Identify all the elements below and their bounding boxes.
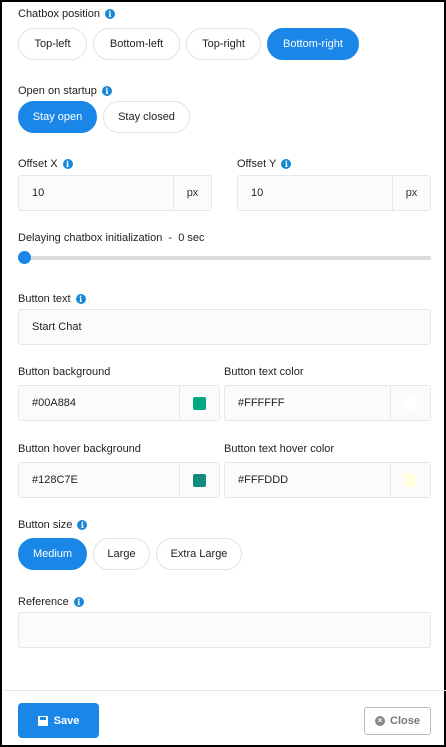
size-large-button[interactable]: Large xyxy=(93,538,150,570)
save-button[interactable]: Save xyxy=(18,703,99,738)
offset-y-field[interactable]: px xyxy=(237,175,431,211)
button-background-swatch-box[interactable] xyxy=(179,386,219,420)
offset-x-field[interactable]: px xyxy=(18,175,212,211)
position-bottom-right-button[interactable]: Bottom-right xyxy=(267,28,359,60)
button-background-swatch xyxy=(193,396,206,410)
delay-label: Delaying chatbox initialization - 0 sec xyxy=(18,232,205,244)
button-size-label: Button size i xyxy=(18,519,88,531)
chatbox-settings-panel: Chatbox position i Top-left Bottom-left … xyxy=(0,0,446,747)
button-text-hover-color-swatch xyxy=(404,473,417,487)
stay-closed-button[interactable]: Stay closed xyxy=(103,101,190,133)
chatbox-position-label: Chatbox position i xyxy=(18,8,115,20)
info-icon[interactable]: i xyxy=(62,159,73,169)
info-icon[interactable]: i xyxy=(77,520,88,530)
button-text-hover-color-field[interactable] xyxy=(224,462,431,498)
info-icon[interactable]: i xyxy=(73,597,84,607)
button-text-color-swatch xyxy=(404,396,417,410)
offset-y-unit: px xyxy=(392,176,430,210)
button-hover-background-field[interactable] xyxy=(18,462,220,498)
info-icon[interactable]: i xyxy=(101,86,112,96)
footer-divider xyxy=(4,690,446,691)
offset-x-label: Offset X i xyxy=(18,158,73,170)
button-hover-background-label: Button hover background xyxy=(18,443,141,455)
close-circle-icon: × xyxy=(375,716,386,726)
size-medium-button[interactable]: Medium xyxy=(18,538,87,570)
delay-slider-track[interactable] xyxy=(19,256,431,260)
button-hover-background-swatch-box[interactable] xyxy=(179,463,219,497)
info-icon[interactable]: i xyxy=(104,9,115,19)
reference-label: Reference i xyxy=(18,596,84,608)
position-top-left-button[interactable]: Top-left xyxy=(18,28,87,60)
size-extra-large-button[interactable]: Extra Large xyxy=(156,538,242,570)
button-text-color-swatch-box[interactable] xyxy=(390,386,430,420)
reference-input[interactable] xyxy=(19,613,430,647)
position-top-right-button[interactable]: Top-right xyxy=(186,28,261,60)
delay-slider-handle[interactable] xyxy=(18,251,31,264)
reference-field[interactable] xyxy=(18,612,431,648)
button-text-hover-color-label: Button text hover color xyxy=(224,443,335,455)
info-icon[interactable]: i xyxy=(75,294,86,304)
position-bottom-left-button[interactable]: Bottom-left xyxy=(93,28,180,60)
open-on-startup-label: Open on startup i xyxy=(18,85,112,97)
button-background-label: Button background xyxy=(18,366,111,378)
stay-open-button[interactable]: Stay open xyxy=(18,101,97,133)
button-background-field[interactable] xyxy=(18,385,220,421)
button-text-color-label: Button text color xyxy=(224,366,304,378)
floppy-disk-icon xyxy=(37,715,48,726)
offset-y-label: Offset Y i xyxy=(237,158,292,170)
offset-x-unit: px xyxy=(173,176,211,210)
button-text-label: Button text i xyxy=(18,293,86,305)
button-text-input[interactable] xyxy=(19,310,430,344)
close-button[interactable]: × Close xyxy=(364,707,431,735)
button-text-field[interactable] xyxy=(18,309,431,345)
button-text-color-field[interactable] xyxy=(224,385,431,421)
button-text-hover-color-swatch-box[interactable] xyxy=(390,463,430,497)
info-icon[interactable]: i xyxy=(281,159,292,169)
button-hover-background-swatch xyxy=(193,473,206,487)
